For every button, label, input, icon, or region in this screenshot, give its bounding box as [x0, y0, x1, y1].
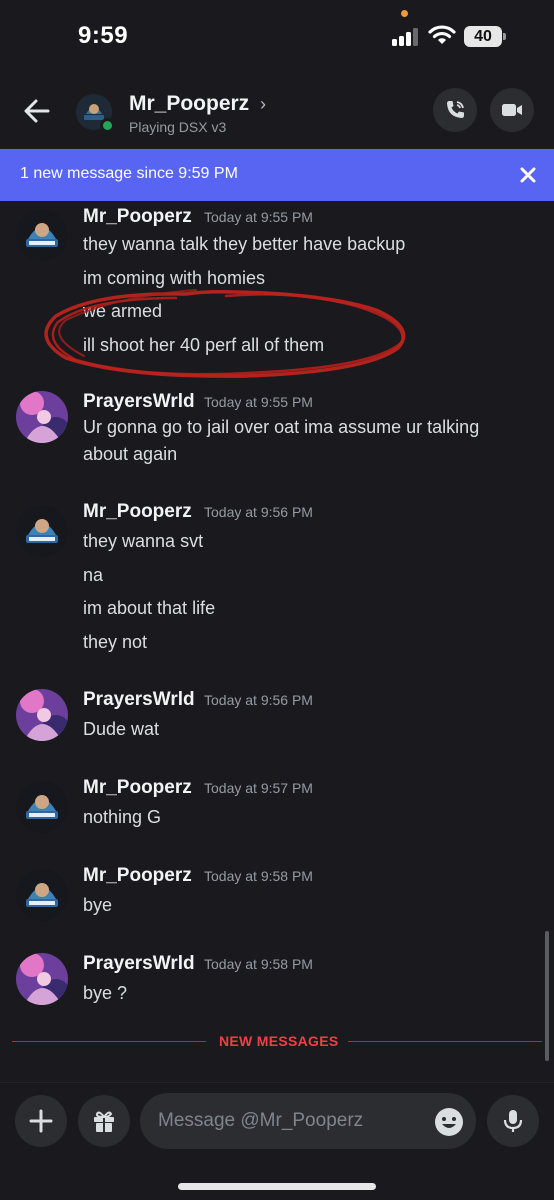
message-timestamp: Today at 9:58 PM [204, 868, 313, 884]
online-status-dot [100, 118, 115, 133]
dmc-logo-icon [16, 209, 68, 261]
video-camera-icon [502, 104, 522, 116]
dmc-logo-icon [16, 869, 68, 921]
status-bar: 9:59 40 [0, 0, 554, 70]
header-avatar[interactable] [76, 94, 115, 133]
message-author[interactable]: PrayersWrld [83, 953, 195, 975]
message-timestamp: Today at 9:55 PM [204, 209, 313, 225]
video-call-button[interactable] [490, 88, 534, 132]
close-icon[interactable] [514, 161, 542, 189]
wifi-icon [428, 25, 456, 44]
gift-icon [94, 1111, 114, 1132]
message-text: im about that life [83, 598, 216, 618]
message-text: they wanna talk they better have backup [83, 234, 406, 254]
message-text: bye ? [83, 983, 128, 1003]
scrollbar[interactable] [545, 931, 549, 1061]
message-text: bye [83, 895, 113, 915]
emoji-icon[interactable] [434, 1107, 464, 1137]
message-text: nothing G [83, 807, 162, 827]
anime-avatar-icon [16, 391, 68, 443]
dmc-logo-icon [16, 781, 68, 833]
cellular-signal-icon [392, 28, 422, 46]
message-author[interactable]: Mr_Pooperz [83, 777, 192, 799]
message-timestamp: Today at 9:56 PM [204, 692, 313, 708]
message-author[interactable]: PrayersWrld [83, 689, 195, 711]
anime-avatar-icon [16, 689, 68, 741]
message-text: na [83, 565, 104, 585]
message-list[interactable]: Mr_Pooperz Today at 9:55 PM they wanna t… [0, 201, 554, 1081]
message-timestamp: Today at 9:58 PM [204, 956, 313, 972]
dmc-logo-icon [16, 505, 68, 557]
plus-icon [29, 1109, 53, 1133]
message-author[interactable]: Mr_Pooperz [83, 865, 192, 887]
status-time: 9:59 [78, 22, 129, 49]
message-input[interactable] [140, 1093, 476, 1149]
privacy-indicator [401, 10, 408, 17]
user-avatar[interactable] [16, 505, 68, 557]
new-message-banner[interactable]: 1 new message since 9:59 PM [0, 149, 554, 201]
message-author[interactable]: Mr_Pooperz [83, 501, 192, 523]
message-text: Ur gonna go to jail over oat ima assume … [83, 417, 480, 464]
message-composer [0, 1082, 554, 1200]
anime-avatar-icon [16, 953, 68, 1005]
message-text: ill shoot her 40 perf all of them [83, 335, 325, 355]
microphone-icon [503, 1110, 523, 1132]
message-text: Dude wat [83, 719, 160, 739]
phone-icon [447, 101, 464, 118]
battery-level: 40 [464, 26, 502, 47]
user-avatar[interactable] [16, 869, 68, 921]
message-text: im coming with homies [83, 268, 266, 288]
message-timestamp: Today at 9:57 PM [204, 780, 313, 796]
voice-call-button[interactable] [433, 88, 477, 132]
message-timestamp: Today at 9:55 PM [204, 394, 313, 410]
header-activity-status: Playing DSX v3 [129, 119, 227, 135]
user-avatar[interactable] [16, 781, 68, 833]
header-username[interactable]: Mr_Pooperz [129, 92, 249, 116]
user-avatar[interactable] [16, 689, 68, 741]
new-messages-divider: NEW MESSAGES [12, 1030, 542, 1052]
add-attachment-button[interactable] [15, 1095, 67, 1147]
gift-button[interactable] [78, 1095, 130, 1147]
home-indicator[interactable] [178, 1183, 376, 1190]
new-message-banner-text: 1 new message since 9:59 PM [20, 165, 238, 182]
message-author[interactable]: PrayersWrld [83, 391, 195, 413]
battery-icon: 40 [464, 26, 506, 47]
voice-message-button[interactable] [487, 1095, 539, 1147]
user-avatar[interactable] [16, 953, 68, 1005]
message-text: they wanna svt [83, 531, 204, 551]
message-text: we armed [83, 301, 163, 321]
chevron-right-icon[interactable]: › [260, 94, 266, 115]
user-avatar[interactable] [16, 209, 68, 261]
back-arrow-icon[interactable] [20, 94, 54, 128]
new-messages-label: NEW MESSAGES [219, 1033, 339, 1049]
message-timestamp: Today at 9:56 PM [204, 504, 313, 520]
message-text: they not [83, 632, 148, 652]
user-avatar[interactable] [16, 391, 68, 443]
dm-header: Mr_Pooperz › Playing DSX v3 [0, 78, 554, 146]
message-author[interactable]: Mr_Pooperz [83, 206, 192, 228]
